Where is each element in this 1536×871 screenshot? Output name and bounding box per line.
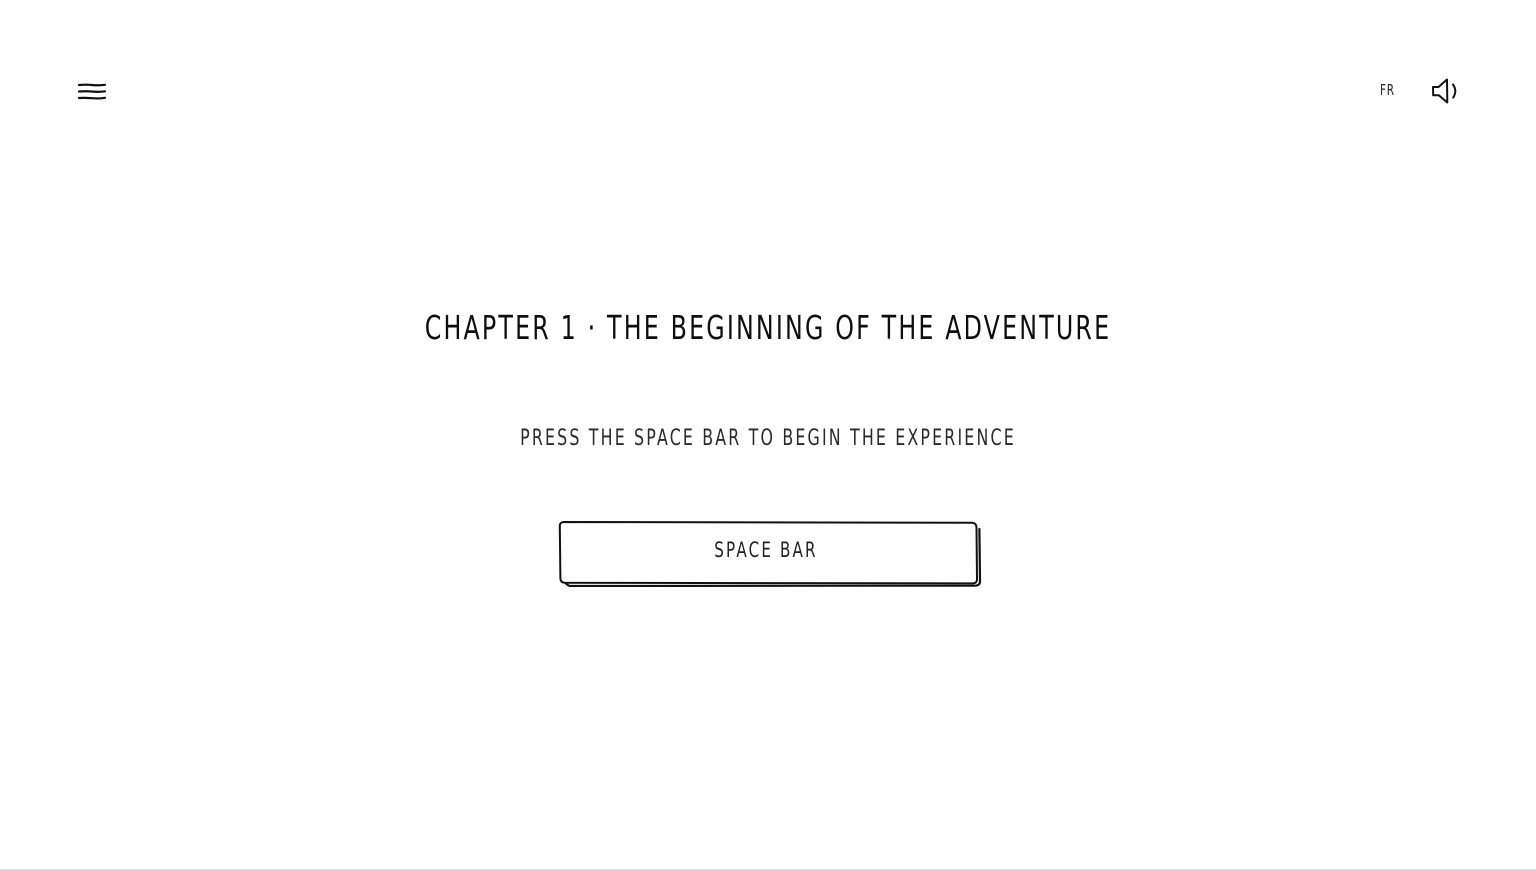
space-bar-button[interactable]: SPACE BAR (556, 517, 982, 587)
speaker-sound-icon (1432, 78, 1457, 104)
language-toggle-button[interactable]: FR (1380, 78, 1401, 102)
space-bar-button-label: SPACE BAR (714, 538, 818, 562)
chapter-title: CHAPTER 1 · THE BEGINNING OF THE ADVENTU… (424, 308, 1112, 347)
hamburger-menu-icon (77, 83, 107, 100)
sound-toggle-button[interactable] (1428, 74, 1462, 108)
menu-button[interactable] (76, 78, 108, 106)
start-instruction: PRESS THE SPACE BAR TO BEGIN THE EXPERIE… (520, 426, 1016, 451)
